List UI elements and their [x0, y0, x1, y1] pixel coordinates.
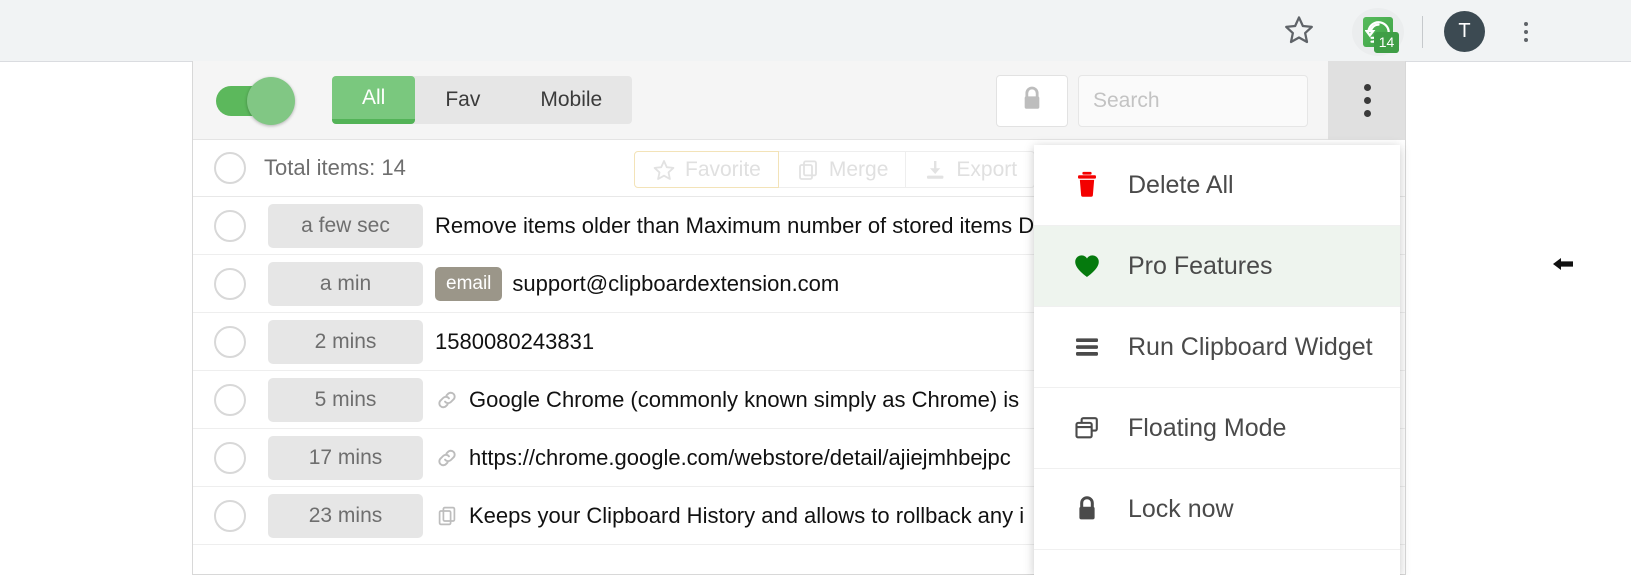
- three-dots-vertical-icon: [1364, 97, 1371, 104]
- export-button[interactable]: Export: [906, 151, 1036, 188]
- three-dots-vertical-icon: [1364, 110, 1371, 117]
- item-text: Remove items older than Maximum number o…: [435, 212, 1035, 238]
- toolbar-divider: [1422, 16, 1423, 48]
- hamburger-icon: [1072, 336, 1102, 358]
- item-checkbox[interactable]: [214, 325, 246, 358]
- item-checkbox[interactable]: [214, 441, 246, 474]
- copy-icon: [796, 158, 820, 182]
- favorite-label: Favorite: [685, 157, 761, 181]
- select-all-checkbox[interactable]: [214, 152, 246, 184]
- omnibox[interactable]: [0, 8, 1340, 54]
- browser-toolbar: 14 T: [0, 0, 1631, 62]
- clipboard-history-icon: 14: [1363, 17, 1399, 53]
- toggle-thumb: [247, 77, 295, 125]
- tab-fav[interactable]: Fav: [415, 76, 510, 124]
- extension-badge-count: 14: [1374, 32, 1399, 53]
- menu-item-label: Run Clipboard Widget: [1128, 332, 1373, 361]
- menu-item-delete-all[interactable]: Delete All: [1034, 145, 1400, 226]
- item-checkbox[interactable]: [214, 209, 246, 242]
- menu-item-run-clipboard-widget[interactable]: Run Clipboard Widget: [1034, 307, 1400, 388]
- item-time: 2 mins: [268, 319, 423, 364]
- popup-toolbar: All Fav Mobile: [193, 61, 1405, 140]
- item-time: 17 mins: [268, 435, 423, 480]
- chrome-menu-button[interactable]: [1508, 12, 1544, 52]
- overflow-dropdown-menu: Delete All Pro Features Run Clipboard Wi…: [1034, 145, 1400, 575]
- popup-overflow-menu-button[interactable]: [1328, 61, 1405, 140]
- copy-icon: [435, 504, 459, 528]
- item-type-tag: email: [435, 266, 503, 301]
- trash-icon: [1072, 170, 1102, 200]
- item-checkbox[interactable]: [214, 267, 246, 300]
- item-checkbox[interactable]: [214, 383, 246, 416]
- item-text: Google Chrome (commonly known simply as …: [469, 386, 1020, 412]
- menu-item-lock-now[interactable]: Lock now: [1034, 469, 1400, 550]
- star-outline-icon: [1283, 14, 1315, 51]
- item-time: a few sec: [268, 203, 423, 248]
- windows-icon: [1072, 415, 1102, 441]
- lock-button[interactable]: [996, 75, 1068, 127]
- link-icon: [435, 446, 459, 470]
- item-time: a min: [268, 261, 423, 306]
- menu-item-label: Delete All: [1128, 170, 1234, 199]
- filter-tabs: All Fav Mobile: [332, 76, 633, 124]
- left-arrow-cursor: [1551, 252, 1575, 276]
- merge-button[interactable]: Merge: [778, 151, 907, 188]
- bulk-action-group: Favorite Merge Export: [634, 151, 1036, 188]
- menu-item-label: Lock now: [1128, 494, 1234, 523]
- menu-item-pro-features[interactable]: Pro Features: [1034, 226, 1400, 307]
- item-time: 23 mins: [268, 493, 423, 538]
- lock-icon: [1019, 85, 1045, 118]
- total-items-label: Total items: 14: [264, 155, 406, 180]
- clipboard-extension-button[interactable]: 14: [1352, 8, 1404, 56]
- item-time: 5 mins: [268, 377, 423, 422]
- three-dots-vertical-icon: [1524, 22, 1528, 26]
- item-text: Keeps your Clipboard History and allows …: [469, 502, 1025, 528]
- search-box[interactable]: [1078, 75, 1386, 127]
- tab-all[interactable]: All: [332, 76, 416, 124]
- merge-label: Merge: [828, 157, 889, 181]
- download-icon: [923, 158, 947, 182]
- favorite-button[interactable]: Favorite: [634, 151, 779, 188]
- three-dots-vertical-icon: [1524, 30, 1528, 34]
- item-text: https://chrome.google.com/webstore/detai…: [469, 444, 1011, 470]
- lock-icon: [1072, 494, 1102, 524]
- link-icon: [435, 388, 459, 412]
- heart-icon: [1072, 253, 1102, 279]
- search-input[interactable]: [1093, 89, 1364, 113]
- menu-item-label: Pro Features: [1128, 251, 1273, 280]
- export-label: Export: [956, 157, 1018, 181]
- screen: 14 T All Fav Mobile Search Total items: …: [0, 0, 1631, 575]
- tab-mobile[interactable]: Mobile: [510, 76, 632, 124]
- three-dots-vertical-icon: [1524, 38, 1528, 42]
- star-outline-icon: [652, 158, 676, 182]
- three-dots-vertical-icon: [1364, 84, 1371, 91]
- menu-item-floating-mode[interactable]: Floating Mode: [1034, 388, 1400, 469]
- avatar[interactable]: T: [1444, 11, 1485, 52]
- enable-clipboard-toggle[interactable]: [216, 77, 295, 125]
- item-text: 1580080243831: [435, 328, 595, 354]
- item-text: support@clipboardextension.com: [512, 270, 840, 296]
- item-checkbox[interactable]: [214, 499, 246, 532]
- menu-item-label: Floating Mode: [1128, 413, 1287, 442]
- bookmark-star-button[interactable]: [1277, 12, 1321, 52]
